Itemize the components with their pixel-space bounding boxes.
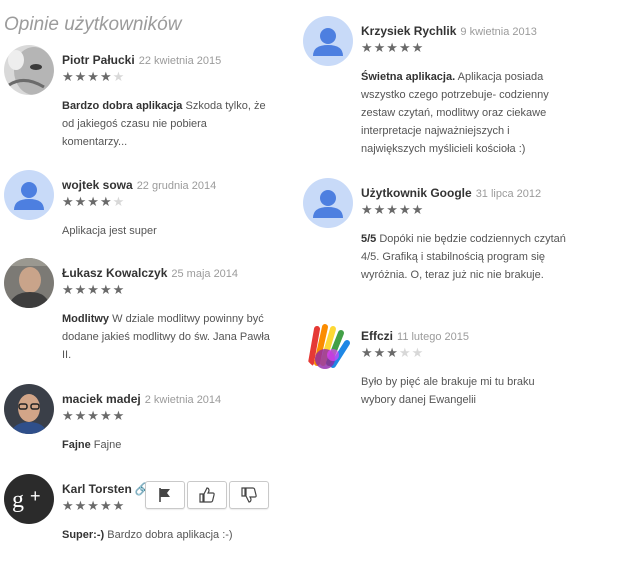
- avatar[interactable]: [4, 170, 54, 220]
- thumbs-down-icon: [241, 487, 257, 503]
- review-card: wojtek sowa 22 grudnia 2014 ★★★★★ Aplikac…: [4, 170, 294, 250]
- star-rating: ★★★★★: [361, 40, 425, 55]
- review-card: Effczi 11 lutego 2015 ★★★★★ Było by pięć …: [303, 321, 593, 411]
- avatar[interactable]: g +: [4, 474, 54, 524]
- photo-glasses-icon: [4, 384, 54, 434]
- star-rating: ★★★★★: [62, 498, 126, 513]
- svg-text:+: +: [30, 486, 41, 506]
- dislike-button[interactable]: [229, 481, 269, 509]
- rainbow-hand-icon: [303, 321, 353, 371]
- review-card: Piotr Pałucki 22 kwietnia 2015 ★★★★★ Bard…: [4, 45, 294, 155]
- reviewer-name[interactable]: Użytkownik Google: [361, 186, 472, 200]
- reviewer-name[interactable]: Łukasz Kowalczyk: [62, 266, 167, 280]
- photo-face-icon: [4, 45, 54, 95]
- star-rating: ★★★★★: [62, 282, 126, 297]
- review-text: Super:-) Bardzo dobra aplikacja :-): [62, 529, 233, 541]
- svg-text:g: g: [12, 487, 24, 513]
- avatar[interactable]: [303, 321, 353, 371]
- reviewer-name[interactable]: Krzysiek Rychlik: [361, 24, 456, 38]
- review-date: 2 kwietnia 2014: [144, 394, 222, 406]
- review-card: Krzysiek Rychlik 9 kwietnia 2013 ★★★★★ Św…: [303, 16, 593, 161]
- default-user-icon: [303, 178, 353, 228]
- review-text: 5/5 Dopóki nie będzie codziennych czytań…: [361, 233, 566, 281]
- star-rating: ★★★★★: [361, 202, 425, 217]
- star-rating: ★★★★★: [62, 194, 126, 209]
- flag-icon: [159, 488, 170, 502]
- avatar[interactable]: [303, 16, 353, 66]
- review-text: Fajne Fajne: [62, 439, 122, 451]
- star-rating: ★★★★★: [62, 69, 126, 84]
- star-rating: ★★★★★: [62, 408, 126, 423]
- avatar[interactable]: [4, 258, 54, 308]
- reviewer-name[interactable]: Effczi: [361, 329, 393, 343]
- star-rating: ★★★★★: [361, 345, 425, 360]
- review-card: Łukasz Kowalczyk 25 maja 2014 ★★★★★ Modli…: [4, 258, 294, 368]
- avatar[interactable]: [4, 384, 54, 434]
- review-card: Użytkownik Google 31 lipca 2012 ★★★★★ 5/5…: [303, 178, 593, 308]
- reviewer-name[interactable]: wojtek sowa: [62, 178, 133, 192]
- flag-button[interactable]: [145, 481, 185, 509]
- avatar[interactable]: [4, 45, 54, 95]
- review-date: 11 lutego 2015: [397, 331, 469, 343]
- review-text: Aplikacja jest super: [62, 225, 157, 237]
- review-text: Było by pięć ale brakuje mi tu braku wyb…: [361, 376, 535, 406]
- avatar[interactable]: [303, 178, 353, 228]
- reviewer-name[interactable]: Piotr Pałucki: [62, 53, 135, 67]
- reviewer-name[interactable]: Karl Torsten: [62, 482, 132, 496]
- review-date: 25 maja 2014: [171, 268, 239, 280]
- review-text: Modlitwy W dziale modlitwy powinny być d…: [62, 313, 270, 361]
- default-user-icon: [4, 170, 54, 220]
- review-date: 22 kwietnia 2015: [138, 55, 222, 67]
- photo-man-icon: [4, 258, 54, 308]
- review-text: Bardzo dobra aplikacja Szkoda tylko, że …: [62, 100, 266, 148]
- google-plus-icon: g +: [4, 474, 54, 524]
- review-date: 31 lipca 2012: [475, 188, 542, 200]
- review-card: maciek madej 2 kwietnia 2014 ★★★★★ Fajne …: [4, 384, 294, 464]
- reviewer-name[interactable]: maciek madej: [62, 392, 141, 406]
- review-date: 22 grudnia 2014: [136, 180, 217, 192]
- like-button[interactable]: [187, 481, 227, 509]
- section-heading: Opinie użytkowników: [4, 14, 182, 35]
- thumbs-up-icon: [199, 487, 215, 503]
- review-date: 9 kwietnia 2013: [460, 26, 537, 38]
- default-user-icon: [303, 16, 353, 66]
- review-text: Świetna aplikacja. Aplikacja posiada wsz…: [361, 71, 549, 155]
